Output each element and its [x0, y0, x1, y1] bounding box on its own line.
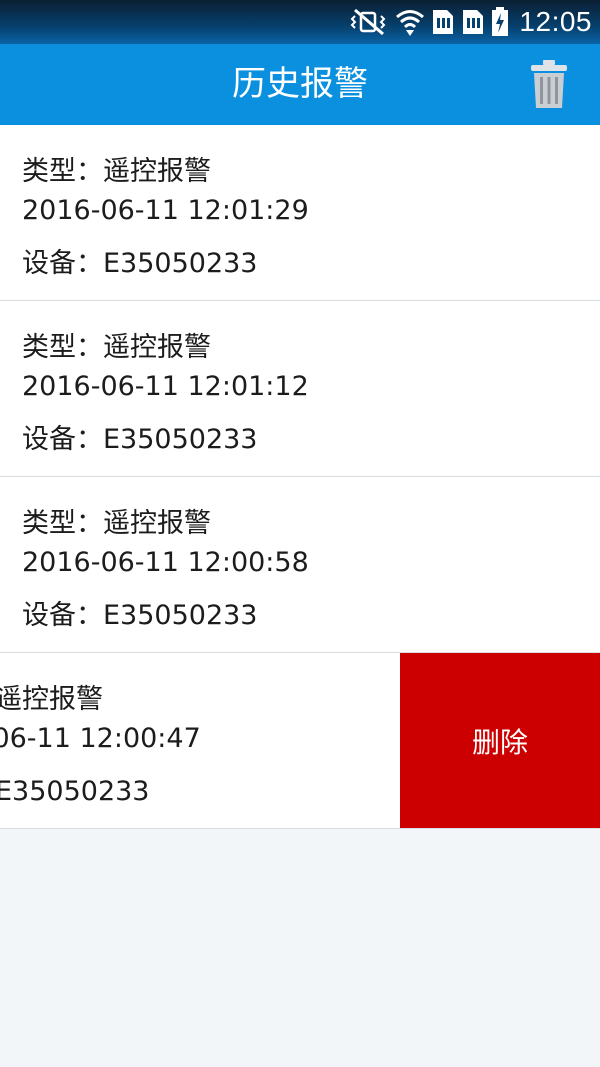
sim1-icon	[431, 8, 455, 36]
wifi-icon	[395, 7, 425, 37]
alarm-type: 类型：遥控报警	[22, 332, 211, 363]
battery-charging-icon	[491, 7, 509, 37]
vibrate-mute-icon	[349, 8, 389, 36]
alarm-type: 类型：遥控报警	[22, 156, 211, 187]
alarm-item[interactable]: 类型：遥控报警 2016-06-11 12:01:12 设备：E35050233	[0, 301, 600, 477]
alarm-item-content: 类型：遥控报警 2016-06-11 12:01:29 设备：E35050233	[22, 125, 582, 300]
alarm-type: 类型：遥控报警	[0, 684, 103, 715]
alarm-list: 类型：遥控报警 2016-06-11 12:01:29 设备：E35050233…	[0, 125, 600, 829]
alarm-item[interactable]: 类型：遥控报警 2016-06-11 12:01:29 设备：E35050233	[0, 125, 600, 301]
alarm-item-content: 类型：遥控报警 2016-06-11 12:01:12 设备：E35050233	[22, 301, 582, 476]
alarm-time: 2016-06-11 12:00:47	[0, 723, 201, 754]
app-bar: 历史报警	[0, 44, 600, 125]
status-time: 12:05	[519, 6, 592, 37]
page-title: 历史报警	[232, 64, 368, 104]
alarm-time: 2016-06-11 12:00:58	[22, 547, 309, 578]
alarm-time: 2016-06-11 12:01:12	[22, 371, 309, 402]
alarm-item-content: 类型：遥控报警 2016-06-11 12:00:58 设备：E35050233	[22, 477, 582, 652]
alarm-item-swiped[interactable]: 类型：遥控报警 2016-06-11 12:00:47 设备：E35050233…	[0, 653, 600, 829]
alarm-device: 设备：E35050233	[22, 600, 258, 631]
trash-icon	[531, 60, 567, 108]
alarm-item[interactable]: 类型：遥控报警 2016-06-11 12:00:58 设备：E35050233	[0, 477, 600, 653]
delete-button[interactable]: 删除	[400, 653, 600, 828]
alarm-device: 设备：E35050233	[0, 776, 150, 807]
status-icons: 12:05	[349, 4, 592, 40]
status-bar: 12:05	[0, 0, 600, 44]
alarm-device: 设备：E35050233	[22, 424, 258, 455]
alarm-device: 设备：E35050233	[22, 248, 258, 279]
clear-all-button[interactable]	[530, 58, 568, 110]
sim2-icon	[461, 8, 485, 36]
alarm-type: 类型：遥控报警	[22, 508, 211, 539]
alarm-time: 2016-06-11 12:01:29	[22, 195, 309, 226]
